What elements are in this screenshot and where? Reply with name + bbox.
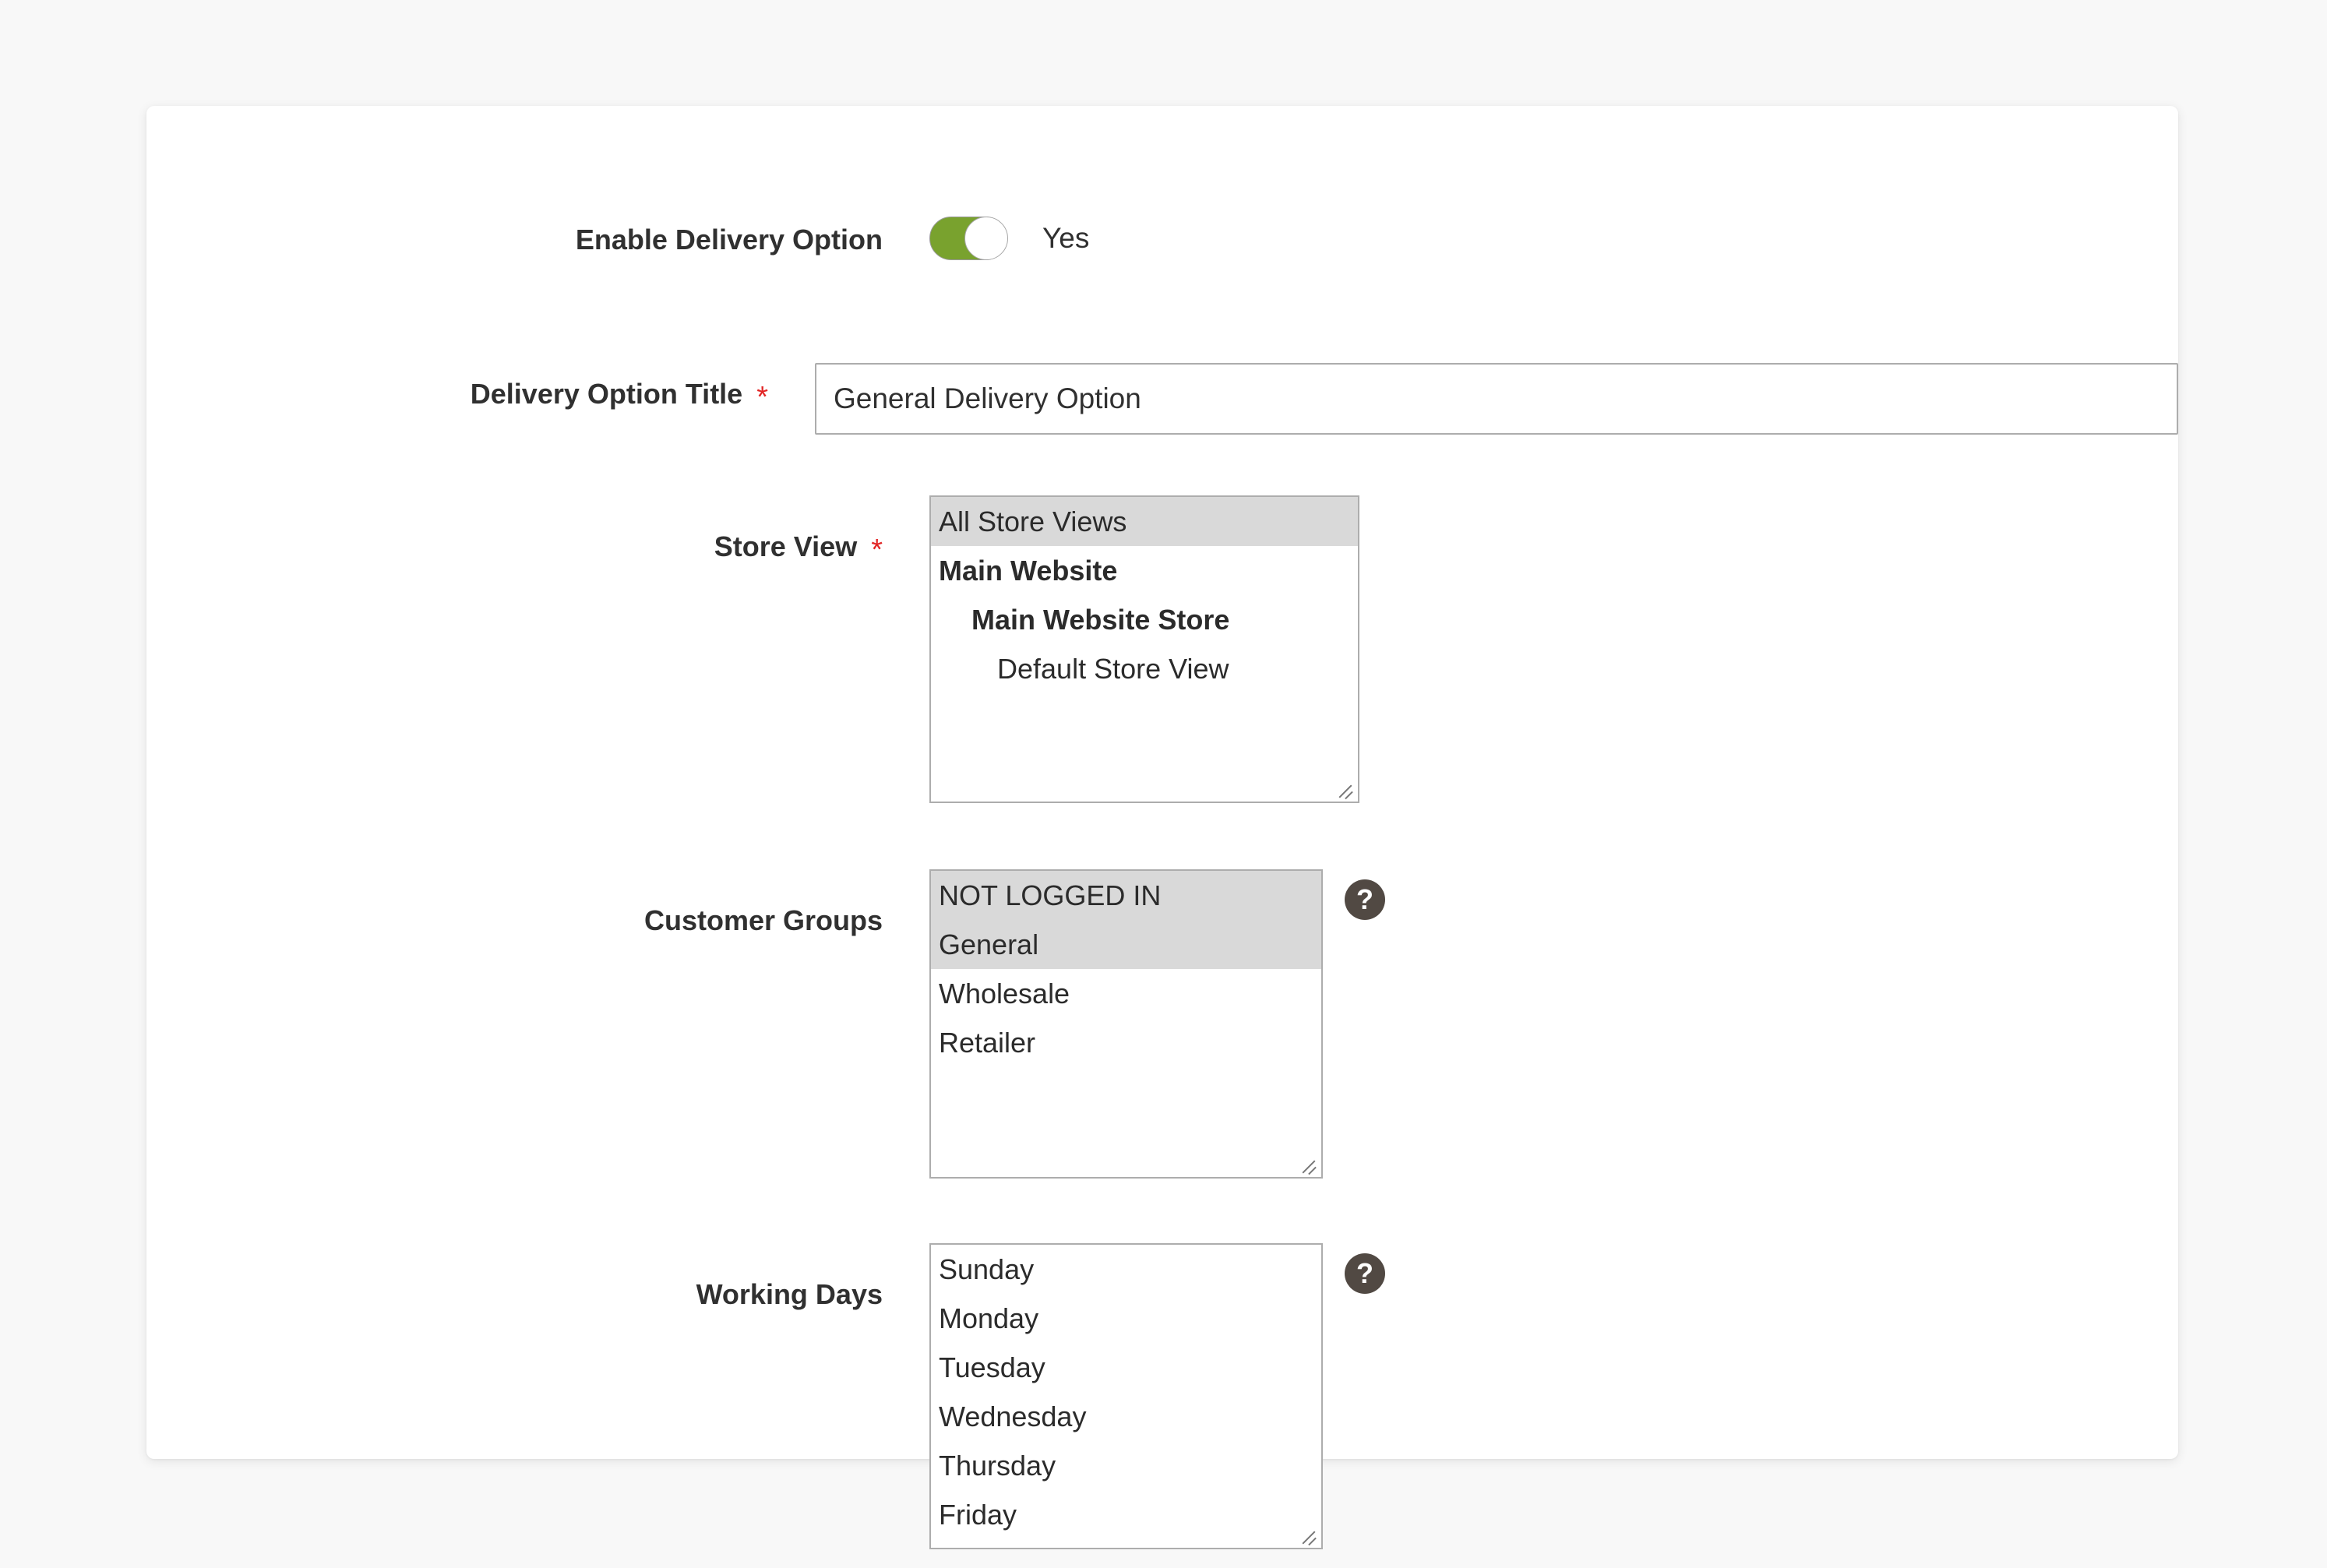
enable-delivery-option-toggle-wrap: Yes — [929, 217, 1089, 260]
control-store-view: All Store Views Main Website Main Website … — [929, 495, 1359, 803]
label-store-view: Store View * — [146, 495, 883, 566]
list-option[interactable]: Tuesday — [931, 1343, 1321, 1392]
question-mark-icon[interactable]: ? — [1345, 879, 1385, 920]
working-days-multiselect[interactable]: Sunday Monday Tuesday Wednesday Thursday Frid… — [929, 1243, 1323, 1549]
list-option[interactable]: Friday — [931, 1490, 1321, 1539]
label-working-days: Working Days — [146, 1243, 883, 1311]
list-option[interactable]: Main Website Store — [931, 595, 1358, 644]
required-asterisk-delivery-option-title: * — [756, 381, 768, 414]
control-working-days: Sunday Monday Tuesday Wednesday Thursday Frid… — [929, 1243, 1385, 1549]
field-row-customer-groups: Customer Groups NOT LOGGED IN General Whol… — [146, 869, 2178, 1179]
page-root: Enable Delivery Option Yes Delivery Opti… — [0, 0, 2327, 1568]
resize-grip-icon[interactable] — [1334, 779, 1355, 800]
control-customer-groups: NOT LOGGED IN General Wholesale Retailer ? — [929, 869, 1385, 1179]
field-row-store-view: Store View * All Store Views Main Website M… — [146, 495, 2178, 803]
list-option[interactable]: Default Store View — [931, 644, 1358, 693]
list-option[interactable]: Wholesale — [931, 969, 1321, 1018]
list-option[interactable]: Monday — [931, 1294, 1321, 1343]
toggle-state-label: Yes — [1042, 222, 1090, 254]
control-enable-delivery-option: Yes — [929, 217, 1089, 260]
field-row-working-days: Working Days Sunday Monday Tuesday Wednesda… — [146, 1243, 2178, 1549]
field-row-enable-delivery-option: Enable Delivery Option Yes — [146, 217, 2178, 260]
delivery-option-form-panel: Enable Delivery Option Yes Delivery Opti… — [146, 106, 2178, 1549]
required-asterisk-store-view: * — [871, 534, 883, 566]
list-option[interactable]: NOT LOGGED IN — [931, 871, 1321, 920]
label-delivery-option-title-text: Delivery Option Title — [470, 378, 743, 410]
store-view-multiselect[interactable]: All Store Views Main Website Main Website … — [929, 495, 1359, 803]
label-customer-groups: Customer Groups — [146, 869, 883, 937]
label-customer-groups-text: Customer Groups — [643, 904, 883, 936]
label-working-days-text: Working Days — [696, 1278, 883, 1310]
list-option[interactable]: Wednesday — [931, 1392, 1321, 1441]
list-option[interactable]: All Store Views — [931, 497, 1358, 546]
list-option[interactable]: Retailer — [931, 1018, 1321, 1067]
list-option[interactable]: General — [931, 920, 1321, 969]
customer-groups-multiselect[interactable]: NOT LOGGED IN General Wholesale Retailer — [929, 869, 1323, 1179]
toggle-knob-icon — [964, 217, 1008, 260]
enable-delivery-option-toggle[interactable] — [929, 217, 1008, 260]
field-row-delivery-option-title: Delivery Option Title * — [146, 363, 2178, 435]
resize-grip-icon[interactable] — [1298, 1154, 1318, 1175]
label-enable-delivery-option-text: Enable Delivery Option — [575, 224, 883, 255]
resize-grip-icon[interactable] — [1298, 1525, 1318, 1546]
list-option[interactable]: Sunday — [931, 1245, 1321, 1294]
label-delivery-option-title: Delivery Option Title * — [146, 363, 768, 414]
list-option[interactable]: Main Website — [931, 546, 1358, 595]
question-mark-icon[interactable]: ? — [1345, 1253, 1385, 1294]
label-enable-delivery-option: Enable Delivery Option — [146, 217, 883, 256]
label-store-view-text: Store View — [714, 530, 858, 562]
control-delivery-option-title — [815, 363, 2178, 435]
list-option[interactable]: Thursday — [931, 1441, 1321, 1490]
delivery-option-title-input[interactable] — [815, 363, 2178, 435]
